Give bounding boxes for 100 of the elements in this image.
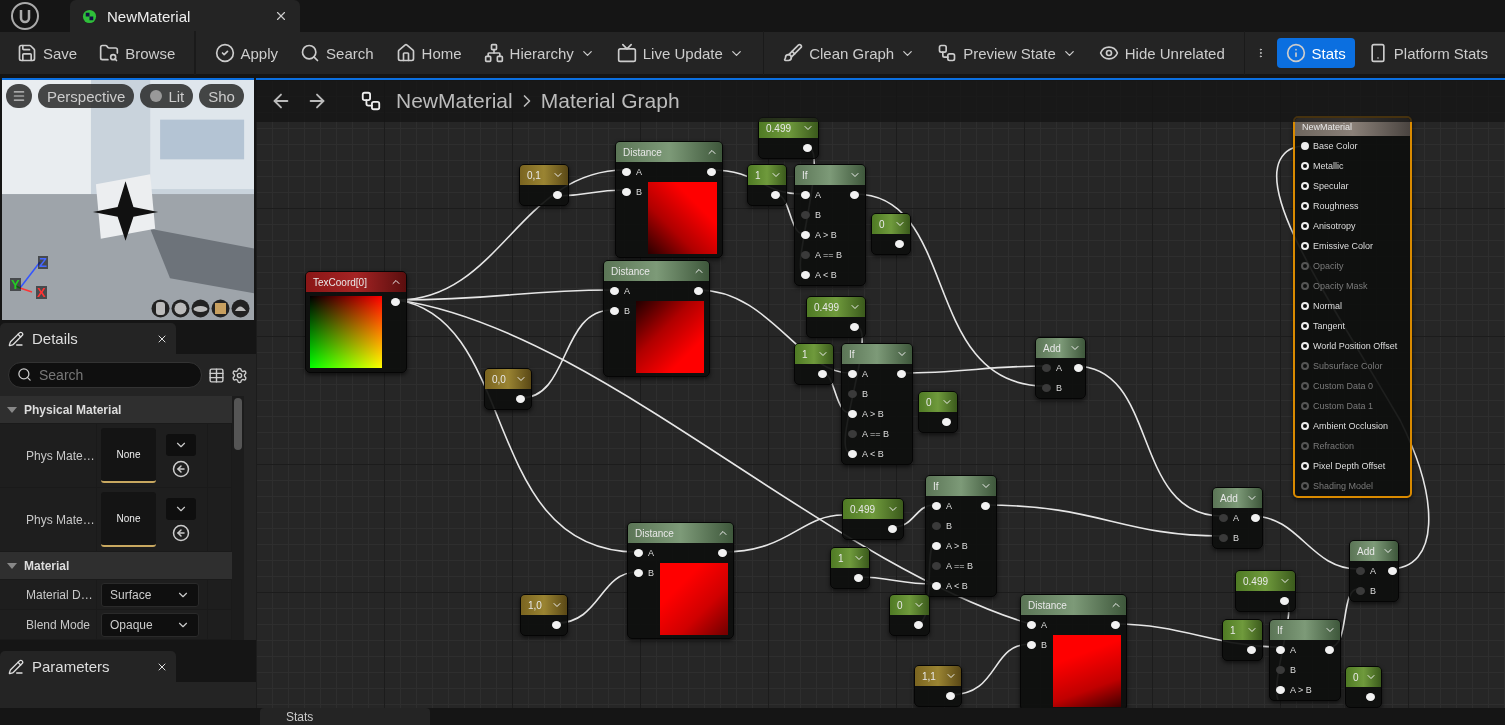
pin-icon[interactable] (981, 502, 990, 510)
pin-icon[interactable] (1074, 364, 1083, 372)
graph-node[interactable]: If A B A > B A == B A < B (841, 343, 913, 465)
toolbar-button[interactable]: Save (8, 38, 87, 68)
pin-icon[interactable] (946, 692, 955, 700)
pin-icon[interactable] (718, 549, 727, 557)
graph-node[interactable]: TexCoord[0] (305, 271, 407, 373)
pin-icon[interactable] (634, 569, 643, 577)
pin-icon[interactable] (932, 582, 941, 590)
pin-icon[interactable] (897, 370, 906, 378)
constant-node[interactable]: 1,1 (914, 665, 962, 707)
toolbar-button[interactable]: Home (386, 38, 471, 68)
toolbar-button[interactable]: Preview State (928, 38, 1086, 68)
pin-icon[interactable] (391, 298, 400, 306)
viewport-button[interactable]: Perspective (38, 84, 135, 108)
pin-icon[interactable] (818, 370, 827, 378)
constant-node[interactable]: 1 (1222, 619, 1263, 661)
pin-icon[interactable] (803, 144, 812, 152)
pin-icon[interactable] (552, 621, 561, 629)
constant-node[interactable]: 0,1 (519, 164, 569, 206)
pin-icon[interactable] (850, 191, 859, 199)
toolbar-button[interactable]: Hide Unrelated (1089, 38, 1234, 68)
pin-icon[interactable] (1366, 693, 1375, 701)
bottom-tab[interactable]: Stats (260, 708, 430, 725)
pin-icon[interactable] (932, 502, 941, 510)
table-icon[interactable] (208, 366, 225, 384)
pin-icon[interactable] (1280, 597, 1289, 605)
toolbar-button[interactable]: Platform Stats (1358, 38, 1497, 68)
graph-node[interactable]: Add A B (1212, 487, 1263, 549)
toolbar-button[interactable]: Live Update (607, 38, 753, 68)
graph-node[interactable]: If A B A > B A == B A < B (794, 164, 866, 286)
graph-node[interactable]: Distance A B (615, 141, 723, 258)
toolbar-button[interactable]: Browse (90, 38, 185, 68)
pin-icon[interactable] (932, 542, 941, 550)
pin-icon[interactable] (895, 240, 904, 248)
toolbar-button[interactable]: Clean Graph (774, 38, 925, 68)
dropdown[interactable]: Surface (101, 582, 199, 607)
pin-icon[interactable] (516, 395, 525, 403)
graph-node[interactable]: Distance A B (603, 260, 710, 377)
viewport[interactable]: Perspective Lit Sho Z Y X (2, 78, 254, 320)
pin-icon[interactable] (1027, 641, 1036, 649)
graph-node[interactable]: Add A B (1035, 337, 1086, 399)
constant-node[interactable]: 1,0 (520, 594, 568, 636)
graph-node[interactable]: Distance A B (627, 522, 734, 639)
pin-icon[interactable] (634, 549, 643, 557)
pin-icon[interactable] (610, 307, 619, 315)
settings-icon[interactable] (231, 366, 248, 384)
asset-thumbnail[interactable]: None (101, 428, 156, 483)
sphere-icon[interactable] (171, 299, 190, 318)
pin-icon[interactable] (1027, 621, 1036, 629)
toolbar-button[interactable]: Search (291, 38, 383, 68)
pin-icon[interactable] (707, 168, 716, 176)
pin-icon[interactable] (694, 287, 703, 295)
breadcrumb-item[interactable]: NewMaterial (396, 89, 513, 113)
pin-icon[interactable] (622, 168, 631, 176)
pin-icon[interactable] (854, 574, 863, 582)
graph-node[interactable]: If A B A > B (1269, 619, 1341, 701)
constant-node[interactable]: 1 (830, 547, 870, 589)
arrow-left-icon[interactable] (172, 459, 190, 478)
plane-icon[interactable] (191, 299, 210, 318)
graph-canvas[interactable] (256, 78, 1505, 708)
pin-icon[interactable] (848, 410, 857, 418)
pin-icon[interactable] (771, 191, 780, 199)
asset-thumbnail[interactable]: None (101, 492, 156, 547)
viewport-button[interactable]: Lit (140, 84, 194, 108)
search-field[interactable]: Search (8, 362, 202, 388)
pin-icon[interactable] (848, 370, 857, 378)
constant-node[interactable]: 1 (794, 343, 834, 385)
pin-icon[interactable] (942, 418, 951, 426)
panel-tab[interactable]: Parameters (0, 651, 176, 682)
pin-icon[interactable] (1276, 646, 1285, 654)
arrow-left-icon[interactable] (172, 523, 190, 542)
graph-node[interactable]: Add A B (1349, 540, 1399, 602)
pin-icon[interactable] (801, 231, 810, 239)
section-header[interactable]: Material (0, 552, 232, 580)
constant-node[interactable]: 0,0 (484, 368, 532, 410)
pin-icon[interactable] (553, 191, 562, 199)
pin-icon[interactable] (801, 191, 810, 199)
pin-icon[interactable] (914, 621, 923, 629)
pin-icon[interactable] (848, 450, 857, 458)
toolbar-button[interactable]: Hierarchy (474, 38, 604, 68)
toolbar-button[interactable]: Apply (205, 38, 288, 68)
pin-icon[interactable] (888, 525, 897, 533)
pin-icon[interactable] (801, 271, 810, 279)
toolbar-button[interactable]: Stats (1276, 38, 1355, 68)
pin-icon[interactable] (610, 287, 619, 295)
pin-icon[interactable] (1247, 646, 1256, 654)
constant-node[interactable]: 1 (747, 164, 787, 206)
close-icon[interactable] (274, 9, 288, 23)
document-tab[interactable]: NewMaterial (70, 0, 300, 32)
scrollbar-thumb[interactable] (234, 398, 242, 450)
pin-icon[interactable] (1251, 514, 1260, 522)
pin-icon[interactable] (1325, 646, 1334, 654)
dropdown[interactable]: Opaque (101, 612, 199, 637)
pin-icon[interactable] (850, 323, 859, 331)
graph-node[interactable]: Distance A B (1020, 594, 1127, 708)
pin-icon[interactable] (622, 188, 631, 196)
panel-tab[interactable]: Details (0, 323, 176, 354)
pin-icon[interactable] (1276, 686, 1285, 694)
section-header[interactable]: Physical Material (0, 396, 232, 424)
